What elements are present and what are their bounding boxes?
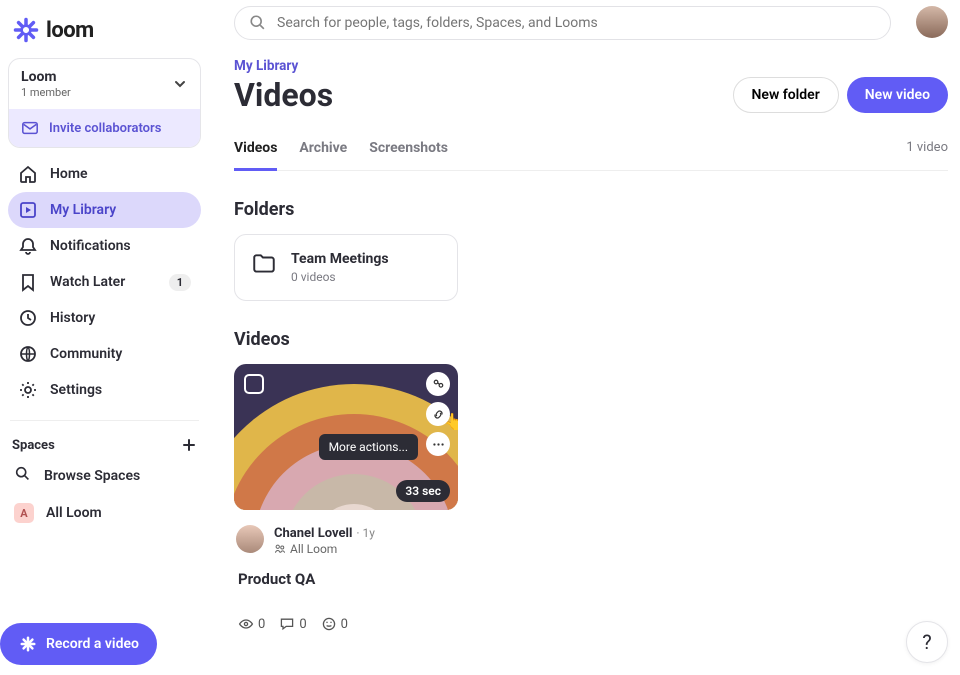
search-icon bbox=[14, 465, 32, 487]
home-icon bbox=[18, 164, 38, 184]
spaces-header: Spaces bbox=[4, 433, 205, 457]
invite-label: Invite collaborators bbox=[49, 121, 161, 136]
nav-settings[interactable]: Settings bbox=[8, 372, 201, 408]
space-badge: A bbox=[14, 503, 34, 523]
space-all-label: All Loom bbox=[46, 505, 102, 521]
video-count: 1 video bbox=[906, 140, 948, 155]
workspace-switcher[interactable]: Loom 1 member bbox=[9, 59, 200, 109]
folder-name: Team Meetings bbox=[291, 251, 389, 267]
reactions-stat: 0 bbox=[321, 616, 348, 632]
nav-watch-later[interactable]: Watch Later 1 bbox=[8, 264, 201, 300]
views-stat: 0 bbox=[238, 616, 265, 632]
globe-icon bbox=[18, 344, 38, 364]
select-checkbox[interactable] bbox=[244, 374, 264, 394]
nav-watch-later-label: Watch Later bbox=[50, 274, 125, 290]
loom-burst-icon bbox=[18, 634, 38, 654]
video-age: · 1y bbox=[356, 526, 375, 540]
search-input[interactable] bbox=[277, 15, 876, 31]
video-author: Chanel Lovell bbox=[274, 526, 352, 541]
divider bbox=[10, 420, 199, 421]
author-avatar[interactable] bbox=[236, 525, 264, 553]
more-actions-button[interactable] bbox=[426, 432, 450, 456]
smile-icon bbox=[321, 616, 337, 632]
search-icon bbox=[249, 14, 267, 32]
new-folder-button[interactable]: New folder bbox=[733, 77, 839, 113]
help-button[interactable]: ? bbox=[906, 621, 948, 663]
nav-community[interactable]: Community bbox=[8, 336, 201, 372]
people-icon bbox=[274, 543, 286, 555]
workspace-card: Loom 1 member Invite collaborators bbox=[8, 58, 201, 148]
bookmark-icon bbox=[18, 272, 38, 292]
record-btn-label: Record a video bbox=[46, 636, 139, 652]
user-avatar[interactable] bbox=[916, 6, 948, 38]
space-all-loom[interactable]: A All Loom bbox=[4, 495, 205, 531]
breadcrumb[interactable]: My Library bbox=[234, 58, 948, 74]
watch-later-badge: 1 bbox=[169, 274, 191, 291]
help-label: ? bbox=[922, 630, 931, 654]
video-title: Product QA bbox=[236, 570, 456, 588]
tabs: Videos Archive Screenshots 1 video bbox=[234, 132, 948, 171]
logo-text: loom bbox=[46, 18, 94, 43]
comment-icon bbox=[279, 616, 295, 632]
clock-icon bbox=[18, 308, 38, 328]
spaces-title: Spaces bbox=[12, 438, 55, 453]
record-video-button[interactable]: Record a video bbox=[0, 623, 157, 665]
nav-home-label: Home bbox=[50, 166, 88, 182]
main: My Library Videos New folder New video V… bbox=[234, 6, 948, 640]
invite-collaborators[interactable]: Invite collaborators bbox=[9, 109, 200, 147]
workspace-name: Loom bbox=[21, 69, 71, 85]
nav-home[interactable]: Home bbox=[8, 156, 201, 192]
tab-videos[interactable]: Videos bbox=[234, 132, 277, 171]
loom-logo-icon bbox=[12, 16, 40, 44]
eye-icon bbox=[238, 616, 254, 632]
video-space: All Loom bbox=[274, 542, 375, 556]
folders-heading: Folders bbox=[234, 199, 948, 220]
library-icon bbox=[18, 200, 38, 220]
video-card[interactable]: More actions... 33 sec 👆 Chanel Lovell ·… bbox=[234, 364, 458, 640]
share-button[interactable] bbox=[426, 372, 450, 396]
folder-icon bbox=[251, 251, 277, 277]
new-video-button[interactable]: New video bbox=[847, 77, 948, 113]
nav-history[interactable]: History bbox=[8, 300, 201, 336]
plus-icon[interactable] bbox=[181, 437, 197, 453]
nav-history-label: History bbox=[50, 310, 95, 326]
comments-stat: 0 bbox=[279, 616, 306, 632]
nav-notifications[interactable]: Notifications bbox=[8, 228, 201, 264]
more-actions-tooltip: More actions... bbox=[319, 434, 418, 460]
tab-screenshots[interactable]: Screenshots bbox=[369, 132, 448, 170]
page-title: Videos bbox=[234, 76, 333, 114]
workspace-members: 1 member bbox=[21, 86, 71, 99]
main-nav: Home My Library Notifications Watch Late… bbox=[4, 156, 205, 408]
browse-spaces-label: Browse Spaces bbox=[44, 468, 140, 484]
video-thumbnail[interactable]: More actions... 33 sec 👆 bbox=[234, 364, 458, 510]
videos-heading: Videos bbox=[234, 329, 948, 350]
folder-sub: 0 videos bbox=[291, 270, 389, 284]
topbar bbox=[234, 6, 948, 40]
mail-icon bbox=[21, 119, 39, 137]
cursor-icon: 👆 bbox=[444, 412, 458, 431]
sidebar: loom Loom 1 member Invite collaborators … bbox=[0, 0, 209, 675]
bell-icon bbox=[18, 236, 38, 256]
nav-my-library[interactable]: My Library bbox=[8, 192, 201, 228]
search-bar[interactable] bbox=[234, 6, 891, 40]
nav-settings-label: Settings bbox=[50, 382, 102, 398]
tab-archive[interactable]: Archive bbox=[299, 132, 347, 170]
logo[interactable]: loom bbox=[4, 10, 205, 54]
nav-library-label: My Library bbox=[50, 202, 116, 218]
video-duration: 33 sec bbox=[396, 480, 450, 502]
gear-icon bbox=[18, 380, 38, 400]
chevron-down-icon bbox=[172, 76, 188, 92]
video-stats: 0 0 0 bbox=[236, 616, 456, 632]
folder-card[interactable]: Team Meetings 0 videos bbox=[234, 234, 458, 301]
nav-notifications-label: Notifications bbox=[50, 238, 131, 254]
browse-spaces[interactable]: Browse Spaces bbox=[4, 457, 205, 495]
nav-community-label: Community bbox=[50, 346, 122, 362]
